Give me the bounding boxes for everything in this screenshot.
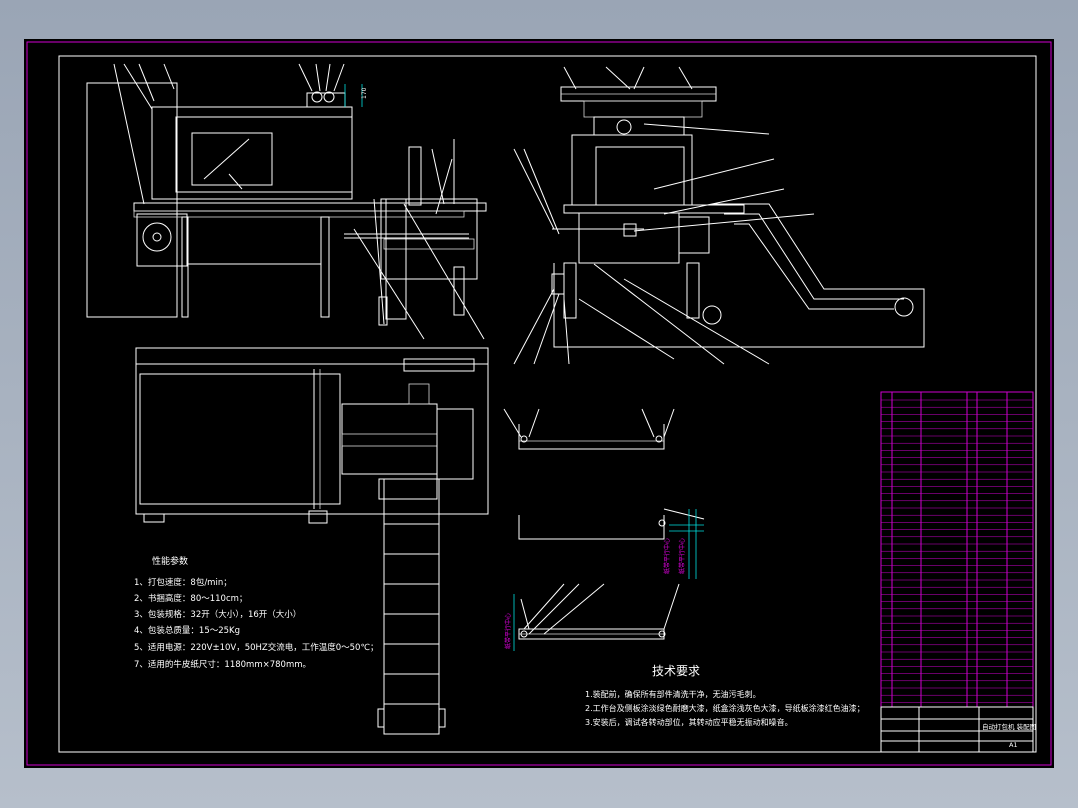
drawing-name: 自动打包机 装配图	[982, 722, 1036, 731]
dim-vertical-a: 纸带平行中心	[663, 538, 671, 574]
technical-item: 3.安装后，调试各转动部位，其转动应平稳无振动和噪音。	[585, 717, 793, 727]
dim-vertical-b: 纸带平行中心	[678, 538, 686, 574]
performance-item: 4、包装总质量：15～25Kg	[134, 625, 240, 636]
dim-vertical-c: 纸带平行中心	[504, 613, 512, 649]
performance-item: 1、打包速度：8包/min；	[134, 577, 232, 588]
performance-title: 性能参数	[152, 555, 188, 567]
outer-frame	[26, 41, 1052, 766]
side-view	[513, 66, 925, 365]
technical-list: 1.装配前，确保所有部件清洗干净，无油污毛刺。 2.工作台及侧板涂淡绿色耐磨大漆…	[585, 689, 865, 727]
assembly-drawing: 170 纸带平行中心 纸带平行中心 纸带平行中心 性能参数 1、打包速度：8包/…	[26, 41, 1052, 766]
performance-item: 3、包装规格：32开（大小），16开（大小）	[134, 609, 301, 620]
detail-views: 纸带平行中心 纸带平行中心 纸带平行中心	[503, 408, 705, 651]
parts-list-table	[880, 391, 1034, 708]
technical-item: 1.装配前，确保所有部件清洗干净，无油污毛刺。	[585, 689, 761, 699]
sheet-size: A1	[1009, 741, 1018, 749]
performance-list: 1、打包速度：8包/min； 2、书捆高度：80～110cm； 3、包装规格：3…	[134, 577, 379, 670]
performance-item: 7、适用的牛皮纸尺寸：1180mm×780mm。	[134, 659, 311, 670]
top-view	[135, 347, 489, 735]
dim-top-height: 170	[361, 87, 368, 99]
performance-item: 2、书捆高度：80～110cm；	[134, 593, 247, 604]
performance-item: 5、适用电源：220V±10V，50HZ交流电，工作温度0～50℃；	[134, 642, 379, 653]
technical-title: 技术要求	[652, 664, 700, 678]
front-view: 170	[86, 63, 487, 340]
drawing-sheet[interactable]: 170 纸带平行中心 纸带平行中心 纸带平行中心 性能参数 1、打包速度：8包/…	[24, 39, 1054, 768]
technical-item: 2.工作台及侧板涂淡绿色耐磨大漆，纸盒涂浅灰色大漆，导纸板涂漆红色油漆；	[585, 703, 865, 713]
cad-viewport[interactable]: 170 纸带平行中心 纸带平行中心 纸带平行中心 性能参数 1、打包速度：8包/…	[0, 0, 1078, 808]
